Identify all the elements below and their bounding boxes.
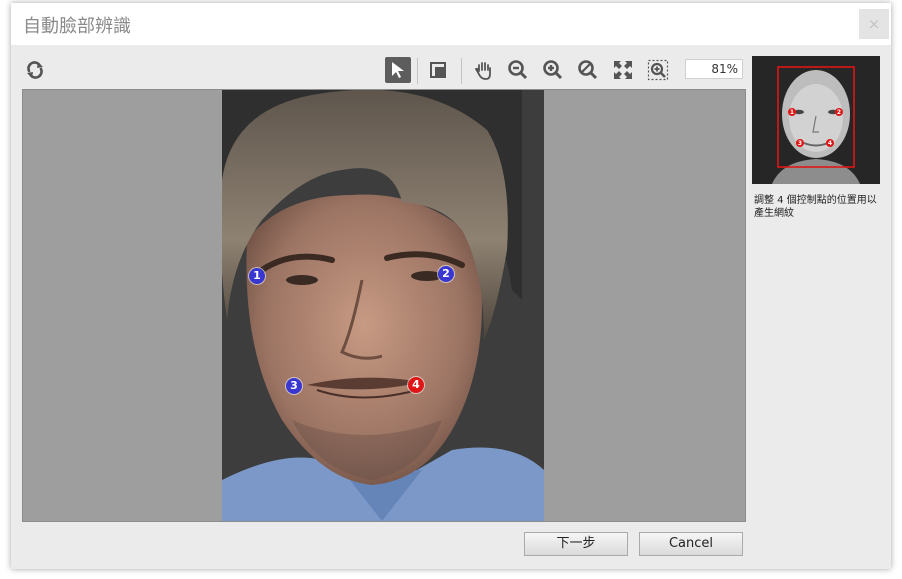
control-point-1[interactable]: 1 xyxy=(249,268,265,284)
close-button[interactable]: × xyxy=(859,9,889,39)
face-photo xyxy=(222,90,544,521)
toolbar-divider xyxy=(461,58,462,84)
title-bar: 自動臉部辨識 × xyxy=(11,3,891,45)
fit-screen-icon[interactable] xyxy=(610,57,636,83)
toolbar-divider xyxy=(417,58,418,84)
zoom-reset-icon[interactable] xyxy=(575,57,601,83)
select-arrow-icon[interactable] xyxy=(385,57,411,83)
dialog-title: 自動臉部辨識 xyxy=(23,16,131,37)
thumb-point-4: 4 xyxy=(828,140,832,147)
cancel-button[interactable]: Cancel xyxy=(639,532,743,556)
face-recognition-dialog: 自動臉部辨識 × 81% 1 2 3 4 1 2 3 4 調整 4 個控制點的位… xyxy=(11,3,891,569)
pan-hand-icon[interactable] xyxy=(471,57,497,83)
thumb-point-2: 2 xyxy=(837,109,841,116)
next-button[interactable]: 下一步 xyxy=(524,532,628,556)
image-canvas[interactable]: 1 2 3 4 xyxy=(22,89,746,522)
zoom-selection-icon[interactable] xyxy=(645,57,671,83)
thumb-point-3: 3 xyxy=(798,140,802,147)
crop-icon[interactable] xyxy=(425,57,451,83)
zoom-out-icon[interactable] xyxy=(505,57,531,83)
thumb-point-1: 1 xyxy=(790,109,794,116)
instruction-text: 調整 4 個控制點的位置用以產生網紋 xyxy=(754,195,877,219)
control-point-2[interactable]: 2 xyxy=(438,266,454,282)
zoom-level-field[interactable]: 81% xyxy=(685,59,743,79)
zoom-in-icon[interactable] xyxy=(540,57,566,83)
rotate-icon[interactable] xyxy=(22,57,48,83)
reference-thumbnail: 1 2 3 4 xyxy=(752,56,880,184)
control-point-4[interactable]: 4 xyxy=(408,377,424,393)
control-point-3[interactable]: 3 xyxy=(286,378,302,394)
